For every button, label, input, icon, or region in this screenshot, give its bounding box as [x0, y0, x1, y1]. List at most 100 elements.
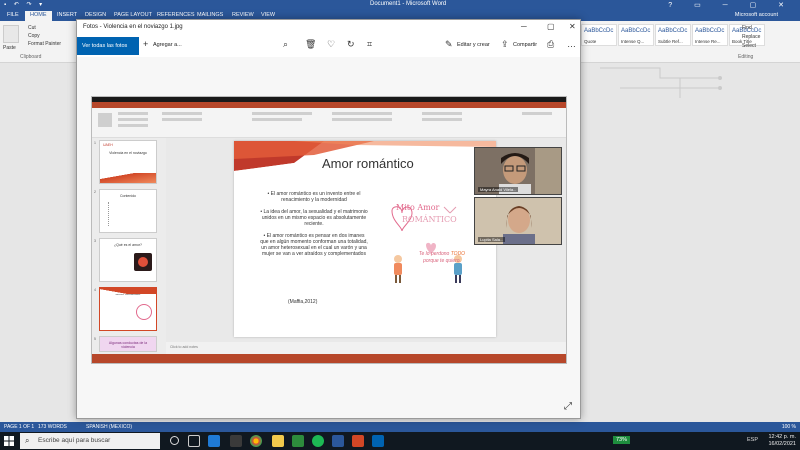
share-button[interactable]: Compartir: [513, 42, 537, 48]
find-button[interactable]: Find: [742, 25, 752, 31]
search-placeholder: Escribe aquí para buscar: [38, 437, 111, 444]
word-status-bar: PAGE 1 OF 1 173 WORDS SPANISH (MEXICO) 1…: [0, 422, 800, 432]
notes-pane[interactable]: Click to add notes: [166, 342, 566, 354]
print-icon[interactable]: ⎙: [547, 39, 554, 50]
chrome-icon[interactable]: [250, 435, 262, 447]
participant-name: Mayra Anaid Vilela...: [478, 187, 519, 192]
expand-icon[interactable]: ⤢: [564, 401, 572, 412]
status-language[interactable]: SPANISH (MEXICO): [86, 424, 132, 430]
slide-thumbnail-selected[interactable]: Amor romántico: [99, 287, 157, 331]
thumb-number: 5: [94, 337, 96, 341]
quick-access-toolbar[interactable]: ▪ ↶ ↷ ▾: [4, 1, 45, 8]
cortana-icon[interactable]: [170, 436, 179, 445]
share-icon[interactable]: ⇪: [501, 39, 509, 50]
taskbar-search-box[interactable]: ⌕ Escribe aquí para buscar: [20, 433, 160, 449]
more-options-icon[interactable]: …: [567, 39, 576, 49]
maximize-icon[interactable]: ▢: [547, 22, 555, 31]
photos-title-bar: Fotos - Violencia en el noviazgo 1.jpg ─…: [77, 20, 580, 35]
app-icon[interactable]: [292, 435, 304, 447]
see-all-photos-button[interactable]: Ver todas las fotos: [77, 37, 139, 55]
slide-thumbnail[interactable]: UAEH Violencia en el noviazgo: [99, 140, 157, 184]
delete-icon[interactable]: 🗑: [305, 39, 316, 50]
style-subtle-reference[interactable]: AaBbCcDc Subtle Ref...: [655, 24, 691, 46]
status-words[interactable]: 173 WORDS: [38, 424, 67, 430]
format-painter-button[interactable]: Format Painter: [28, 41, 61, 47]
windows-taskbar: ⌕ Escribe aquí para buscar 73% ESP 12:42…: [0, 432, 800, 450]
replace-button[interactable]: Replace: [742, 34, 760, 40]
editing-group-label: Editing: [738, 54, 754, 60]
copy-button[interactable]: Copy: [28, 33, 40, 39]
thumb-logo: UAEH: [103, 143, 113, 147]
style-quote[interactable]: AaBbCcDc Quote: [581, 24, 617, 46]
word-window-controls[interactable]: ? ▭ ─ ▢ ✕: [668, 1, 794, 9]
search-icon: ⌕: [25, 436, 30, 445]
participant-name: Lupita Sala...: [478, 237, 506, 242]
edge-icon[interactable]: [208, 435, 220, 447]
thumb-title: ¿Qué es el amor?: [113, 243, 142, 247]
rotate-icon[interactable]: ↻: [347, 39, 355, 50]
cut-button[interactable]: Cut: [28, 25, 36, 31]
photo-image[interactable]: 1 UAEH Violencia en el noviazgo 2 Conten…: [91, 96, 567, 364]
file-explorer-icon[interactable]: [272, 435, 284, 447]
current-slide[interactable]: Amor romántico El amor romántico es un i…: [234, 141, 496, 337]
slide-citation: (Maffia,2012): [288, 299, 318, 305]
slide-bullet: La idea del amor, la sexualidad y el mat…: [260, 209, 368, 227]
thumb-number: 1: [94, 141, 96, 145]
system-clock[interactable]: 12:42 p. m. 16/02/2021: [768, 434, 796, 448]
task-view-icon[interactable]: [188, 435, 200, 447]
favorite-icon[interactable]: ♡: [327, 39, 335, 50]
zoom-icon[interactable]: ⌕: [283, 39, 288, 50]
photos-window-title: Fotos - Violencia en el noviazgo 1.jpg: [83, 24, 183, 30]
thumb-number: 3: [94, 239, 96, 243]
thumb-title: Contenido: [120, 194, 136, 198]
status-page[interactable]: PAGE 1 OF 1: [4, 424, 34, 430]
minimize-icon[interactable]: ─: [521, 22, 527, 31]
photos-window: Fotos - Violencia en el noviazgo 1.jpg ─…: [76, 19, 581, 419]
slide-thumbnail[interactable]: Contenido: [99, 189, 157, 233]
add-icon[interactable]: +: [143, 39, 148, 49]
illustration-caption: Mito Amor: [396, 203, 440, 212]
thumb-title: Violencia en el noviazgo: [109, 151, 147, 155]
photos-toolbar: Ver todas las fotos + Agregar a... ⌕ 🗑 ♡…: [77, 35, 580, 57]
video-tile[interactable]: Lupita Sala...: [474, 197, 562, 245]
word-window-title: Document1 - Microsoft Word: [370, 1, 447, 7]
thumb-title: Algunas conductas de la violencia: [108, 341, 148, 349]
romantic-myth-illustration: Mito Amor ROMÁNTICO Te lo perdono TODO p…: [386, 201, 470, 295]
thumb-number: 4: [94, 288, 96, 292]
select-button[interactable]: Select: [742, 43, 756, 49]
word-icon[interactable]: [332, 435, 344, 447]
powerpoint-icon[interactable]: [352, 435, 364, 447]
thumb-number: 2: [94, 190, 96, 194]
slide-bullet-list: El amor romántico es un invento entre el…: [260, 191, 368, 263]
video-tile[interactable]: Mayra Anaid Vilela...: [474, 147, 562, 195]
illustration-caption: ROMÁNTICO: [402, 215, 457, 224]
ppt-ribbon: [92, 108, 566, 138]
style-intense-quote[interactable]: AaBbCcDc Intense Q...: [618, 24, 654, 46]
add-to-button[interactable]: Agregar a...: [153, 42, 182, 48]
illustration-note: Te lo perdono TODO porque te quiero.: [418, 251, 466, 264]
style-intense-reference[interactable]: AaBbCcDc Intense Re...: [692, 24, 728, 46]
edit-create-button[interactable]: Editar y crear: [457, 42, 490, 48]
account-name[interactable]: Microsoft account: [735, 12, 778, 18]
spotify-icon[interactable]: [312, 435, 324, 447]
paste-icon[interactable]: [3, 25, 19, 43]
tab-file[interactable]: FILE: [2, 11, 24, 21]
edit-create-icon[interactable]: ✎: [445, 39, 453, 50]
slide-thumbnail-pane: 1 UAEH Violencia en el noviazgo 2 Conten…: [92, 138, 166, 354]
slide-title: Amor romántico: [322, 156, 414, 171]
tab-home[interactable]: HOME: [25, 11, 52, 21]
status-zoom[interactable]: 100 %: [782, 424, 796, 430]
slide-bullet: El amor romántico es pensar en dos imane…: [260, 233, 368, 257]
input-language[interactable]: ESP: [747, 437, 758, 443]
ppt-status-bar: [92, 354, 566, 363]
store-icon[interactable]: [230, 435, 242, 447]
slide-bullet: El amor romántico es un invento entre el…: [260, 191, 368, 203]
windows-start-icon[interactable]: [3, 435, 15, 447]
close-icon[interactable]: ✕: [569, 22, 576, 31]
crop-icon[interactable]: ⌗: [367, 39, 372, 50]
slide-thumbnail[interactable]: Algunas conductas de la violencia: [99, 336, 157, 352]
photos-icon[interactable]: [372, 435, 384, 447]
slide-thumbnail[interactable]: ¿Qué es el amor?: [99, 238, 157, 282]
battery-indicator[interactable]: 73%: [612, 436, 630, 444]
paste-button[interactable]: Paste: [3, 45, 16, 51]
